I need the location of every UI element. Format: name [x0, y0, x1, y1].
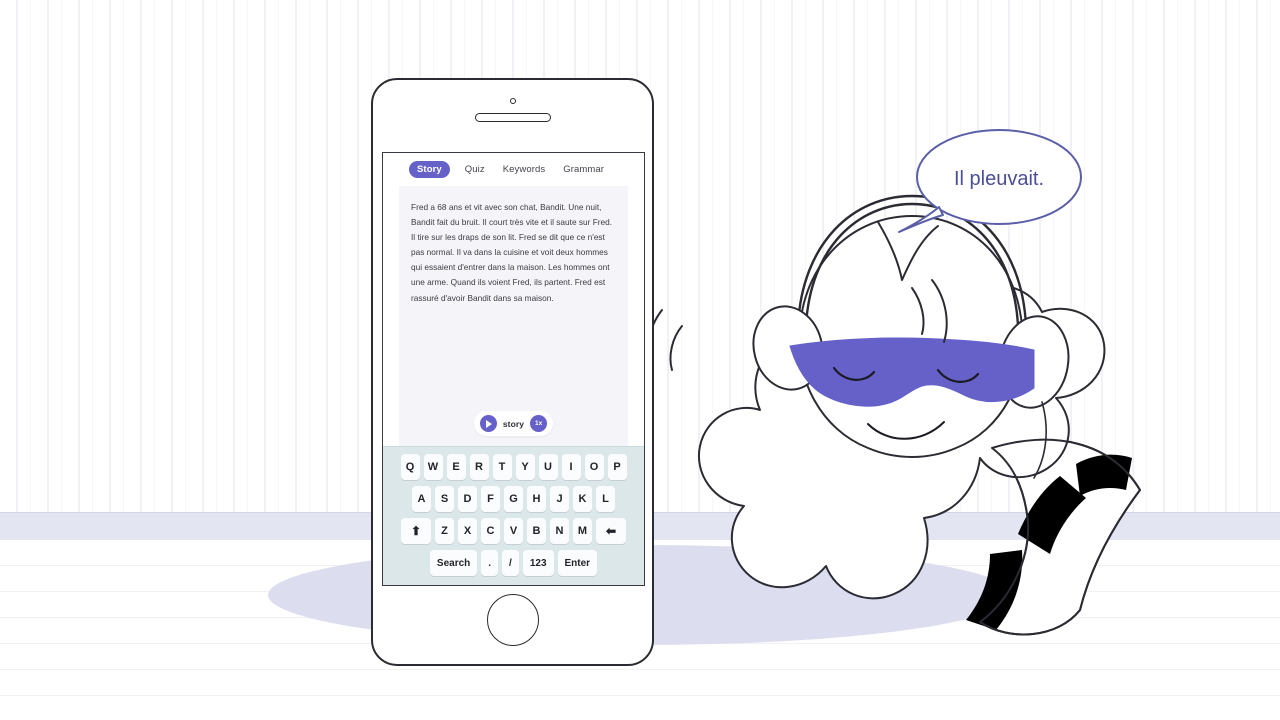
key-s[interactable]: S — [435, 486, 454, 512]
tab-keywords[interactable]: Keywords — [500, 161, 549, 178]
key-a[interactable]: A — [412, 486, 431, 512]
key-h[interactable]: H — [527, 486, 546, 512]
key-w[interactable]: W — [423, 454, 443, 480]
key-y[interactable]: Y — [515, 454, 535, 480]
key-i[interactable]: I — [561, 454, 581, 480]
key-t[interactable]: T — [492, 454, 512, 480]
speaker-slot-icon — [474, 113, 551, 122]
keyboard-row-1: Q W E R T Y U I O P — [387, 454, 640, 480]
scene: Il pleuvait. Story Quiz Keywords Grammar… — [0, 0, 1280, 720]
home-button[interactable] — [486, 594, 539, 646]
audio-player: story 1x — [411, 401, 616, 436]
key-j[interactable]: J — [550, 486, 569, 512]
story-text: Fred a 68 ans et vit avec son chat, Band… — [411, 202, 613, 303]
key-o[interactable]: O — [584, 454, 604, 480]
key-k[interactable]: K — [573, 486, 592, 512]
speech-bubble: Il pleuvait. — [895, 125, 1095, 250]
key-e[interactable]: E — [446, 454, 466, 480]
phone-screen: Story Quiz Keywords Grammar Fred a 68 an… — [382, 152, 645, 586]
tab-story[interactable]: Story — [409, 161, 450, 178]
numeric-key[interactable]: 123 — [522, 550, 554, 576]
on-screen-keyboard: Q W E R T Y U I O P A S D F G H J K L ⬆ … — [383, 446, 644, 585]
key-x[interactable]: X — [458, 518, 477, 544]
key-q[interactable]: Q — [400, 454, 420, 480]
play-button[interactable] — [479, 415, 497, 432]
player-label: story — [502, 418, 525, 429]
key-z[interactable]: Z — [435, 518, 454, 544]
key-l[interactable]: L — [596, 486, 615, 512]
period-key[interactable]: . — [481, 550, 499, 576]
key-r[interactable]: R — [469, 454, 489, 480]
search-key[interactable]: Search — [429, 550, 478, 576]
key-b[interactable]: B — [527, 518, 546, 544]
enter-key[interactable]: Enter — [557, 550, 598, 576]
key-n[interactable]: N — [550, 518, 569, 544]
play-icon — [486, 419, 493, 428]
tab-grammar[interactable]: Grammar — [560, 161, 607, 178]
key-g[interactable]: G — [504, 486, 523, 512]
key-p[interactable]: P — [607, 454, 627, 480]
key-d[interactable]: D — [458, 486, 477, 512]
playback-speed-button[interactable]: 1x — [530, 415, 548, 432]
key-v[interactable]: V — [504, 518, 523, 544]
story-card: Fred a 68 ans et vit avec son chat, Band… — [399, 186, 628, 446]
app-header: Story Quiz Keywords Grammar — [383, 153, 644, 184]
speech-bubble-text: Il pleuvait. — [954, 168, 1044, 190]
tab-quiz[interactable]: Quiz — [462, 161, 488, 178]
tab-bar: Story Quiz Keywords Grammar — [383, 159, 644, 184]
key-u[interactable]: U — [538, 454, 558, 480]
player-pill: story 1x — [473, 411, 554, 436]
camera-dot-icon — [509, 98, 516, 104]
backspace-key-icon[interactable]: ⬅ — [596, 518, 626, 544]
slash-key[interactable]: / — [502, 550, 519, 576]
keyboard-row-2: A S D F G H J K L — [387, 486, 640, 512]
phone-device: Story Quiz Keywords Grammar Fred a 68 an… — [371, 78, 654, 666]
shift-key-icon[interactable]: ⬆ — [401, 518, 431, 544]
key-f[interactable]: F — [481, 486, 500, 512]
key-m[interactable]: M — [573, 518, 592, 544]
keyboard-row-3: ⬆ Z X C V B N M ⬅ — [387, 518, 640, 544]
keyboard-row-4: Search . / 123 Enter — [387, 550, 640, 576]
key-c[interactable]: C — [481, 518, 500, 544]
